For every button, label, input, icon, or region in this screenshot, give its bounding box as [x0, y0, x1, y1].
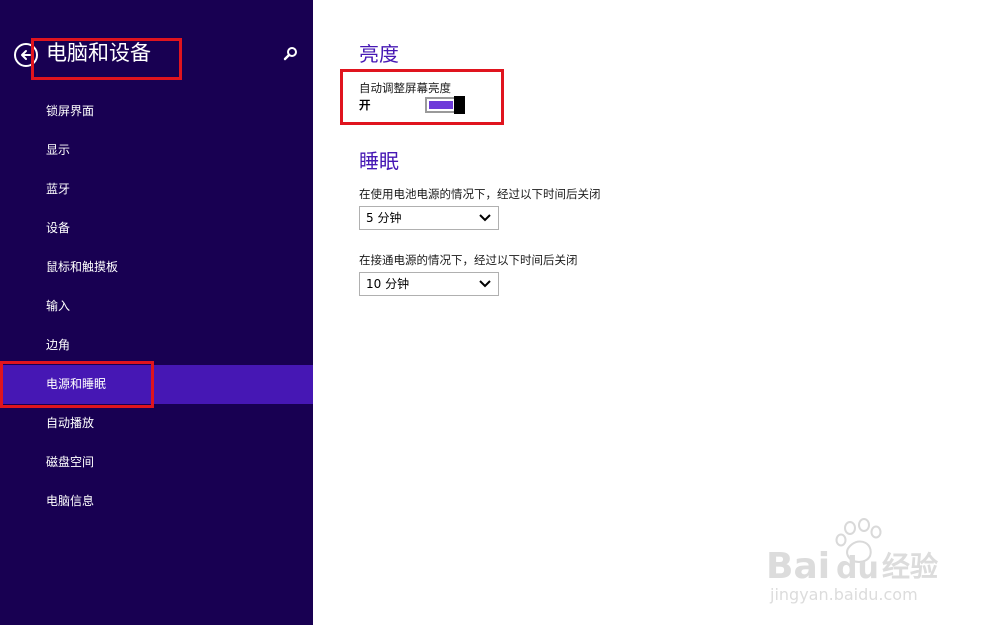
plugged-sleep-select[interactable]: 10 分钟 [359, 272, 499, 296]
sidebar-item-label: 自动播放 [46, 416, 95, 430]
navigation-pane: 电脑和设备 锁屏界面 显示 蓝牙 设备 鼠标和触摸板 输入 边角 电源和睡眠 自… [0, 0, 313, 625]
watermark-brand-cn: 经验 [882, 550, 938, 583]
plugged-sleep-label: 在接通电源的情况下，经过以下时间后关闭 [359, 253, 578, 267]
annotation-box-title [31, 38, 182, 80]
brightness-heading: 亮度 [359, 42, 399, 66]
sidebar-item-label: 边角 [46, 338, 71, 352]
annotation-box-power-sleep [0, 361, 154, 408]
battery-sleep-select[interactable]: 5 分钟 [359, 206, 499, 230]
search-icon [283, 47, 297, 61]
sidebar-item-label: 电脑信息 [46, 494, 95, 508]
sidebar-nav: 锁屏界面 显示 蓝牙 设备 鼠标和触摸板 输入 边角 电源和睡眠 自动播放 磁盘… [0, 92, 313, 521]
sidebar-item-display[interactable]: 显示 [0, 131, 313, 170]
sidebar-item-lock-screen[interactable]: 锁屏界面 [0, 92, 313, 131]
sidebar-item-label: 输入 [46, 299, 71, 313]
sidebar-item-label: 显示 [46, 143, 71, 157]
sidebar-item-disk-space[interactable]: 磁盘空间 [0, 443, 313, 482]
chevron-down-icon [479, 280, 491, 288]
annotation-box-auto-brightness [340, 69, 504, 125]
sleep-heading: 睡眠 [359, 149, 399, 173]
sidebar-item-label: 鼠标和触摸板 [46, 260, 119, 274]
sidebar-item-label: 磁盘空间 [46, 455, 95, 469]
watermark-url: jingyan.baidu.com [769, 585, 918, 604]
watermark-brand-latin: Bai [766, 546, 830, 587]
chevron-down-icon [479, 214, 491, 222]
sidebar-item-typing[interactable]: 输入 [0, 287, 313, 326]
sidebar-item-label: 蓝牙 [46, 182, 71, 196]
sidebar-item-autoplay[interactable]: 自动播放 [0, 404, 313, 443]
sidebar-item-pc-info[interactable]: 电脑信息 [0, 482, 313, 521]
battery-sleep-value: 5 分钟 [366, 211, 402, 225]
sidebar-item-label: 设备 [46, 221, 71, 235]
sidebar-item-corners-edges[interactable]: 边角 [0, 326, 313, 365]
sidebar-item-bluetooth[interactable]: 蓝牙 [0, 170, 313, 209]
sidebar-item-devices[interactable]: 设备 [0, 209, 313, 248]
plugged-sleep-value: 10 分钟 [366, 277, 410, 291]
search-button[interactable] [280, 44, 300, 64]
sidebar-item-label: 锁屏界面 [46, 104, 95, 118]
watermark-brand-du: du [836, 551, 879, 586]
baidu-jingyan-watermark: Bai du 经验 jingyan.baidu.com [766, 518, 938, 604]
sidebar-item-mouse-touchpad[interactable]: 鼠标和触摸板 [0, 248, 313, 287]
battery-sleep-label: 在使用电池电源的情况下，经过以下时间后关闭 [359, 187, 601, 201]
